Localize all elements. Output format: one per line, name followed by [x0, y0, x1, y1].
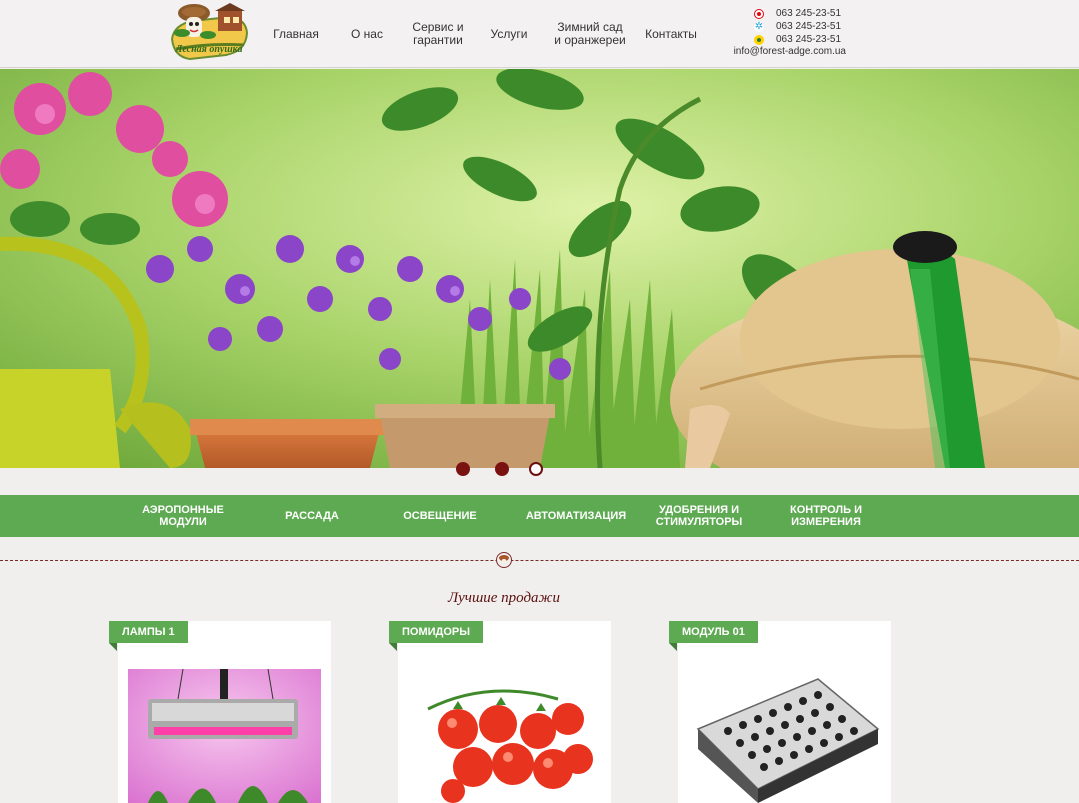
phone-row-lifecell: 063 245-23-51 [724, 33, 846, 46]
mts-icon [754, 8, 764, 19]
nav-home[interactable]: Главная [266, 0, 326, 68]
category-automation[interactable]: Автоматизация [516, 495, 636, 537]
tag-fold [669, 643, 677, 651]
nav-contacts[interactable]: Контакты [640, 0, 702, 68]
product-tag[interactable]: Модуль 01 [669, 621, 758, 643]
lifecell-icon [754, 34, 764, 45]
email-link[interactable]: info@forest-adge.com.ua [724, 46, 846, 58]
slider-dot-3-active[interactable] [529, 462, 543, 476]
contacts-block: 063 245-23-51 ✲ 063 245-23-51 063 245-23… [724, 7, 846, 58]
slider-dot-2[interactable] [495, 462, 509, 476]
category-fertilizers[interactable]: Удобрения и стимуляторы [645, 495, 753, 537]
nav-about[interactable]: О нас [342, 0, 392, 68]
nav-service[interactable]: Сервис и гарантии [405, 0, 471, 68]
category-seedlings[interactable]: Рассада [265, 495, 359, 537]
hero-slider [0, 69, 1079, 468]
nav-services[interactable]: Услуги [482, 0, 536, 68]
site-header: Лесная опушка Главная О нас Сервис и гар… [0, 0, 1079, 68]
nav-winter-garden[interactable]: Зимний сад и оранжереи [547, 0, 633, 68]
logo-text: Лесная опушка [175, 44, 243, 55]
phone-number[interactable]: 063 245-23-51 [776, 21, 846, 32]
phone-number[interactable]: 063 245-23-51 [776, 34, 846, 45]
phone-number[interactable]: 063 245-23-51 [776, 8, 846, 19]
product-card[interactable] [398, 621, 611, 803]
section-divider [0, 560, 1079, 561]
category-control-measurement[interactable]: Контроль и измерения [775, 495, 877, 537]
product-card[interactable] [678, 621, 891, 803]
kyivstar-icon: ✲ [754, 20, 764, 32]
slider-dot-1[interactable] [456, 462, 470, 476]
seedling-tray-image [688, 669, 881, 803]
logo[interactable]: Лесная опушка [168, 3, 250, 63]
mushroom-icon [496, 552, 512, 568]
tag-fold [389, 643, 397, 651]
category-aeroponic-modules[interactable]: Аэропонные модули [126, 495, 240, 537]
product-tag[interactable]: Помидоры [389, 621, 484, 643]
tag-fold [109, 643, 117, 651]
tomatoes-image [408, 669, 601, 803]
best-sellers-title: Лучшие продажи [447, 590, 561, 606]
grow-lamp-image [128, 669, 321, 803]
product-card[interactable] [118, 621, 331, 803]
phone-row-mts: 063 245-23-51 [724, 7, 846, 20]
category-bar: Аэропонные модули Рассада Освещение Авто… [0, 495, 1079, 537]
category-lighting[interactable]: Освещение [390, 495, 490, 537]
hero-image [0, 69, 1079, 468]
product-tag[interactable]: Лампы 1 [109, 621, 188, 643]
phone-row-kyivstar: ✲ 063 245-23-51 [724, 20, 846, 33]
